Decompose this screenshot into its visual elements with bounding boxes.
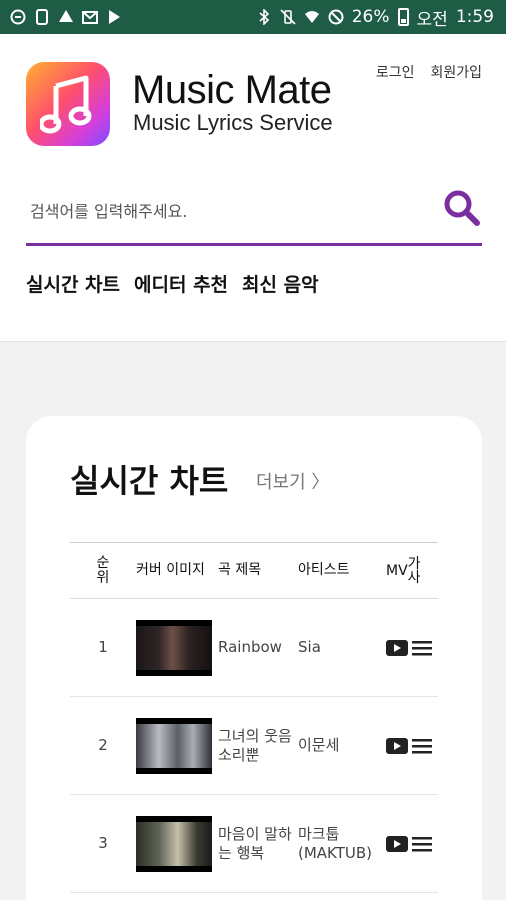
system-icons: 26% 오전 1:59 <box>256 5 494 30</box>
realtime-chart-card: 실시간 차트 더보기 〉 순위 커버 이미지 곡 제목 아티스트 MV가 사 1 … <box>26 416 482 900</box>
artist-name[interactable]: Sia <box>298 598 386 697</box>
gmail-icon <box>82 11 98 24</box>
lyrics-list-icon[interactable] <box>412 640 432 656</box>
col-cover: 커버 이미지 <box>136 542 218 599</box>
clock-ampm: 오전 <box>416 9 448 30</box>
bluetooth-icon <box>259 9 269 25</box>
signup-link[interactable]: 회원가입 <box>430 62 482 82</box>
battery-icon <box>397 8 409 26</box>
app-logo[interactable] <box>26 62 110 146</box>
cover-image[interactable] <box>136 717 212 774</box>
no-signal-icon <box>328 9 344 25</box>
nav-item-editor-picks[interactable]: 에디터 추천 <box>134 270 228 297</box>
lyrics-list-icon[interactable] <box>412 738 432 754</box>
cover-cell <box>136 696 218 795</box>
rank-cell: 3 <box>70 794 136 893</box>
table-header-row: 순위 커버 이미지 곡 제목 아티스트 MV가 사 <box>70 542 438 599</box>
app-title: Music Mate <box>132 68 332 112</box>
notification-icons <box>10 9 122 25</box>
song-title[interactable]: 그녀의 웃음소리뿐 <box>218 696 298 795</box>
col-rank: 순위 <box>70 542 136 599</box>
artist-name[interactable]: 마크툽 (MAKTUB) <box>298 794 386 893</box>
play-video-icon[interactable] <box>386 835 408 852</box>
chart-title: 실시간 차트 <box>70 462 229 500</box>
main-nav: 실시간 차트 에디터 추천 최신 음악 <box>26 270 319 297</box>
login-link[interactable]: 로그인 <box>376 62 415 82</box>
search-bar <box>26 184 482 246</box>
battery-percent: 26% <box>351 7 390 27</box>
table-row[interactable]: 1 Rainbow Sia <box>70 598 438 697</box>
col-artist: 아티스트 <box>298 542 386 599</box>
search-input[interactable] <box>30 194 430 228</box>
song-title[interactable]: Rainbow <box>218 598 298 697</box>
auth-links: 로그인 회원가입 <box>376 62 482 82</box>
cover-cell <box>136 794 218 893</box>
drive-icon <box>59 10 73 22</box>
mute-icon <box>280 9 296 25</box>
table-row[interactable]: 3 마음이 말하는 행복 마크툽 (MAKTUB) <box>70 794 438 893</box>
col-title: 곡 제목 <box>218 542 298 599</box>
actions-cell <box>386 794 438 893</box>
song-title[interactable]: 마음이 말하는 행복 <box>218 794 298 893</box>
col-mv-lyrics: MV가 사 <box>386 542 438 599</box>
actions-cell <box>386 598 438 697</box>
status-bar: 26% 오전 1:59 <box>0 0 506 34</box>
table-row[interactable]: 2 그녀의 웃음소리뿐 이문세 <box>70 696 438 795</box>
sim-icon <box>36 9 48 25</box>
nav-item-realtime-chart[interactable]: 실시간 차트 <box>26 270 120 297</box>
clock-time: 1:59 <box>455 7 494 27</box>
play-store-icon <box>109 10 120 24</box>
music-note-icon <box>40 75 92 134</box>
rank-cell: 1 <box>70 598 136 697</box>
lyrics-list-icon[interactable] <box>412 836 432 852</box>
play-video-icon[interactable] <box>386 737 408 754</box>
chat-icon <box>10 9 26 25</box>
nav-item-latest-music[interactable]: 최신 음악 <box>242 270 319 297</box>
cover-cell <box>136 598 218 697</box>
play-video-icon[interactable] <box>386 639 408 656</box>
cover-image[interactable] <box>136 619 212 676</box>
app-subtitle: Music Lyrics Service <box>133 110 333 135</box>
actions-cell <box>386 696 438 795</box>
more-link[interactable]: 더보기 〉 <box>256 468 329 494</box>
search-icon[interactable] <box>442 188 482 228</box>
chart-table: 순위 커버 이미지 곡 제목 아티스트 MV가사 1 Rainbow Sia <box>70 542 438 893</box>
cover-image[interactable] <box>136 815 212 872</box>
wifi-icon <box>304 11 319 23</box>
rank-cell: 2 <box>70 696 136 795</box>
artist-name[interactable]: 이문세 <box>298 696 386 795</box>
app-header: Music Mate Music Lyrics Service 로그인 회원가입… <box>0 34 506 342</box>
